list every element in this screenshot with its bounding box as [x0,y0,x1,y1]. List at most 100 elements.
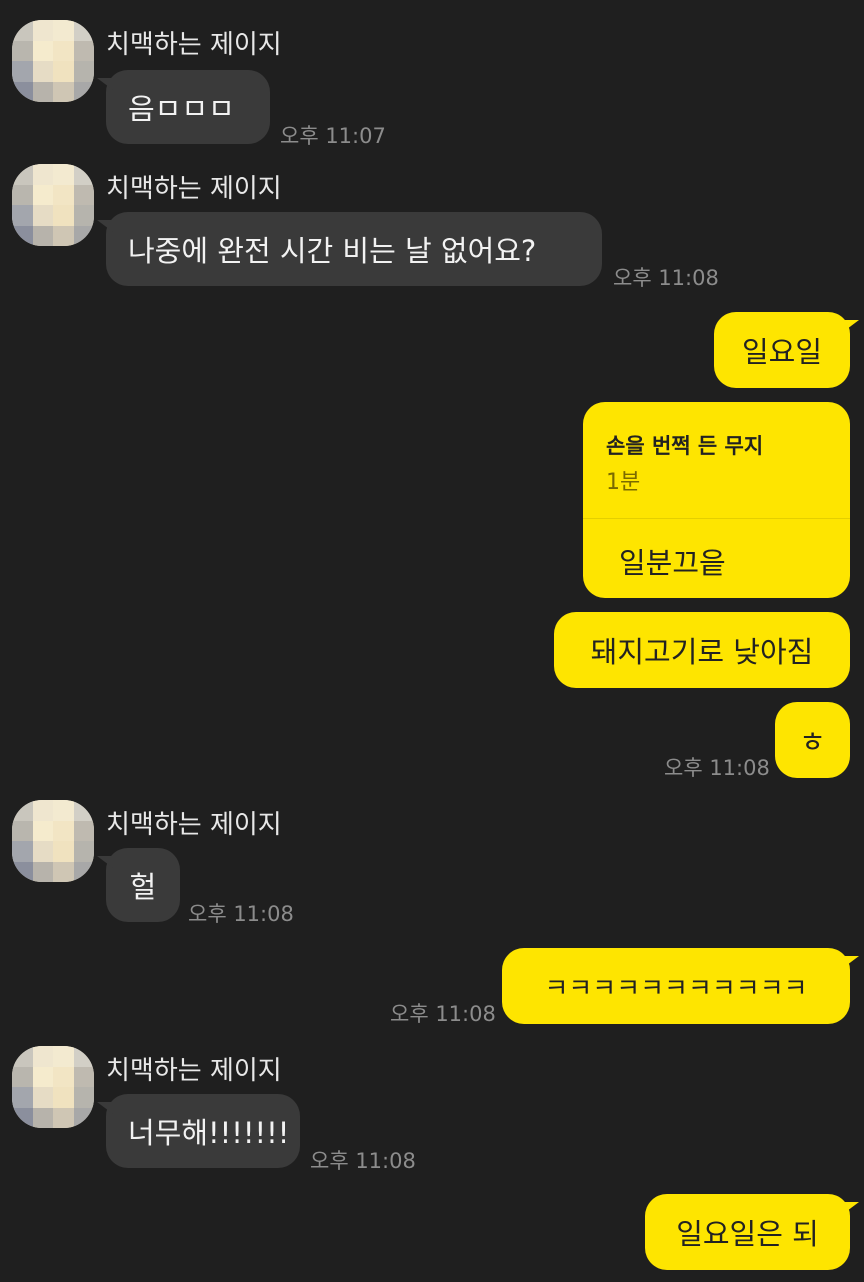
avatar-mosaic-tile [12,841,33,862]
message-bubble[interactable]: 너무해!!!!!!! [97,1094,300,1168]
message-text: 나중에 완전 시간 비는 날 없어요? [128,234,537,268]
avatar-mosaic-tile [53,1107,74,1128]
message-bubble[interactable]: 나중에 완전 시간 비는 날 없어요? [97,212,602,286]
avatar-mosaic-tile [32,861,53,882]
avatar-mosaic-tile [73,1087,94,1108]
message-text: 음ㅁㅁㅁ [128,92,235,126]
avatar-mosaic-tile [73,1046,94,1067]
avatar-mosaic-tile [12,40,33,61]
reply-quote[interactable]: 손을 번쩍 든 무지 1분 [583,402,850,519]
message-bubble[interactable]: 돼지고기로 낮아짐 [554,612,850,688]
timestamp: 오후 11:08 [390,1002,496,1026]
message-text: 일분끄읕 [619,546,726,580]
timestamp: 오후 11:08 [188,902,294,926]
avatar-mosaic-tile [32,205,53,226]
avatar-mosaic-tile [53,861,74,882]
avatar-mosaic-tile [12,1087,33,1108]
avatar-mosaic-tile [53,205,74,226]
timestamp: 오후 11:07 [280,124,386,148]
message-bubble[interactable]: 일요일은 되 [645,1194,859,1270]
avatar-mosaic-tile [73,40,94,61]
avatar-mosaic-tile [73,841,94,862]
avatar-mosaic-tile [73,20,94,41]
avatar-mosaic-tile [32,1087,53,1108]
avatar-mosaic-tile [12,861,33,882]
reply-message-card[interactable]: 손을 번쩍 든 무지 1분 일분끄읕 [583,402,850,598]
message-text: 일요일 [741,335,823,369]
avatar-mosaic-tile [32,20,53,41]
avatar-mosaic-tile [12,164,33,185]
message-text: 너무해!!!!!!! [128,1116,290,1150]
avatar-mosaic-tile [53,225,74,246]
avatar-mosaic-tile [53,164,74,185]
message-bubble[interactable]: 헐 [97,848,180,922]
avatar-mosaic-tile [73,225,94,246]
sender-name: 치맥하는 제이지 [106,1056,282,1086]
avatar[interactable] [12,800,94,882]
avatar-mosaic-tile [32,800,53,821]
avatar-mosaic-tile [53,81,74,102]
avatar-mosaic-tile [53,61,74,82]
avatar-mosaic-tile [73,861,94,882]
message-text: ㅎ [799,725,826,759]
timestamp: 오후 11:08 [310,1149,416,1173]
avatar-mosaic-tile [73,820,94,841]
avatar-mosaic-tile [12,1107,33,1128]
avatar-mosaic-tile [73,81,94,102]
avatar-mosaic-tile [53,1087,74,1108]
avatar-mosaic-tile [32,225,53,246]
avatar[interactable] [12,1046,94,1128]
avatar-mosaic-tile [73,1066,94,1087]
avatar-mosaic-tile [32,81,53,102]
avatar-mosaic-tile [73,61,94,82]
message-bubble[interactable]: 일요일 [714,312,859,388]
message-bubble[interactable]: ㅎ [775,702,850,778]
avatar-mosaic-tile [12,1046,33,1067]
message-text: 일요일은 되 [676,1217,819,1251]
timestamp: 오후 11:08 [613,266,719,290]
avatar-mosaic-tile [73,800,94,821]
avatar-mosaic-tile [53,184,74,205]
avatar-mosaic-tile [32,164,53,185]
avatar-mosaic-tile [32,1046,53,1067]
avatar-mosaic-tile [12,81,33,102]
avatar-mosaic-tile [12,205,33,226]
avatar-mosaic-tile [12,820,33,841]
avatar-mosaic-tile [12,184,33,205]
avatar-mosaic-tile [53,820,74,841]
avatar-mosaic-tile [12,20,33,41]
avatar-mosaic-tile [53,841,74,862]
avatar-mosaic-tile [32,40,53,61]
avatar-mosaic-tile [53,1046,74,1067]
avatar[interactable] [12,20,94,102]
avatar-mosaic-tile [73,184,94,205]
sender-name: 치맥하는 제이지 [106,30,282,60]
reply-quote-text: 1분 [606,470,641,495]
avatar-mosaic-tile [32,61,53,82]
reply-quote-author: 손을 번쩍 든 무지 [606,434,764,458]
message-text: ㅋㅋㅋㅋㅋㅋㅋㅋㅋㅋㅋ [544,973,808,1004]
sender-name: 치맥하는 제이지 [106,174,282,204]
avatar-mosaic-tile [32,184,53,205]
avatar-mosaic-tile [32,841,53,862]
avatar-mosaic-tile [32,1107,53,1128]
avatar-mosaic-tile [73,1107,94,1128]
timestamp: 오후 11:08 [664,756,770,780]
avatar-mosaic-tile [73,205,94,226]
avatar-mosaic-tile [53,40,74,61]
message-text: 돼지고기로 낮아짐 [590,635,814,669]
message-bubble[interactable]: 음ㅁㅁㅁ [97,70,270,144]
avatar-mosaic-tile [12,225,33,246]
avatar-mosaic-tile [12,800,33,821]
avatar-mosaic-tile [12,61,33,82]
message-bubble[interactable]: ㅋㅋㅋㅋㅋㅋㅋㅋㅋㅋㅋ [502,948,859,1024]
avatar-mosaic-tile [53,1066,74,1087]
avatar-mosaic-tile [53,800,74,821]
avatar-mosaic-tile [73,164,94,185]
avatar-mosaic-tile [53,20,74,41]
avatar[interactable] [12,164,94,246]
avatar-mosaic-tile [12,1066,33,1087]
sender-name: 치맥하는 제이지 [106,810,282,840]
message-text: 헐 [129,870,157,904]
avatar-mosaic-tile [32,1066,53,1087]
